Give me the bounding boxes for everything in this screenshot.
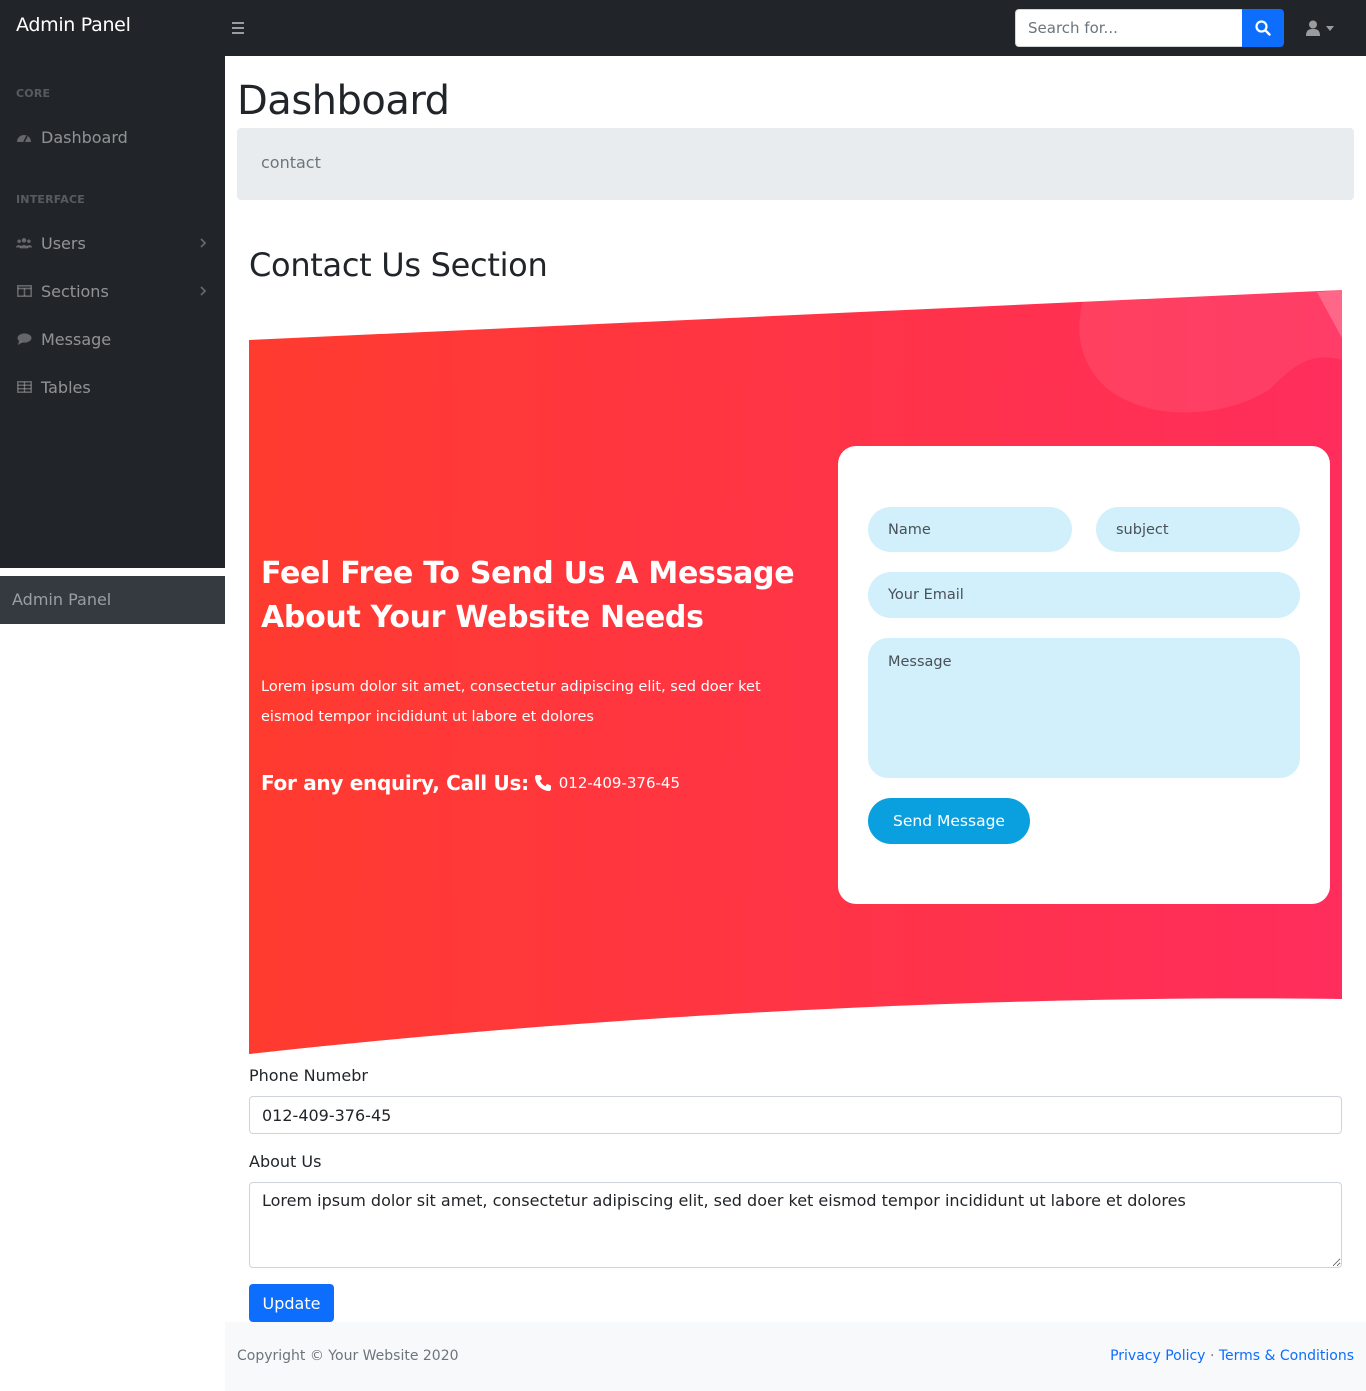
sidebar: CORE Dashboard INTERFACE Users Sections … — [0, 56, 225, 624]
subject-input[interactable] — [1096, 507, 1300, 552]
update-button[interactable]: Update — [249, 1284, 334, 1322]
message-textarea[interactable] — [868, 638, 1300, 778]
sidebar-item-label: Sections — [41, 281, 109, 301]
hero-phone-number: 012-409-376-45 — [558, 774, 680, 792]
send-message-button[interactable]: Send Message — [868, 798, 1030, 844]
footer-separator: · — [1209, 1348, 1215, 1364]
terms-conditions-link[interactable]: Terms & Conditions — [1219, 1348, 1354, 1364]
sidebar-item-label: Message — [41, 329, 112, 349]
chevron-down-icon — [1326, 25, 1334, 31]
dashboard-gauge-icon — [16, 130, 32, 144]
users-icon — [16, 236, 32, 250]
sidebar-item-sections[interactable]: Sections — [16, 277, 209, 305]
email-input[interactable] — [868, 572, 1300, 618]
sidebar-footer: Admin Panel — [0, 576, 225, 624]
top-navbar: Admin Panel — [0, 0, 1366, 56]
comment-icon — [16, 332, 32, 346]
navbar-brand[interactable]: Admin Panel — [16, 14, 131, 36]
hero-description: Lorem ipsum dolor sit amet, consectetur … — [261, 679, 761, 725]
sidebar-item-tables[interactable]: Tables — [16, 373, 209, 401]
sidebar-item-label: Tables — [41, 377, 91, 397]
page-title: Dashboard — [237, 78, 450, 124]
hero-call-line: For any enquiry, Call Us: 012-409-376-45 — [261, 771, 680, 795]
copyright-text: Copyright © Your Website 2020 — [237, 1348, 459, 1364]
chevron-right-icon — [200, 286, 207, 296]
hero-headline: Feel Free To Send Us A Message About You… — [261, 556, 795, 635]
phone-number-label: Phone Numebr — [249, 1066, 368, 1085]
sidebar-item-message[interactable]: Message — [16, 325, 209, 353]
sidebar-item-users[interactable]: Users — [16, 229, 209, 257]
sidebar-item-label: Dashboard — [41, 127, 128, 147]
chevron-right-icon — [200, 238, 207, 248]
phone-icon — [534, 775, 551, 791]
search-input[interactable] — [1015, 9, 1243, 47]
section-title: Contact Us Section — [249, 246, 548, 284]
about-us-label: About Us — [249, 1152, 322, 1171]
user-icon — [1306, 20, 1320, 36]
name-input[interactable] — [868, 507, 1072, 552]
table-icon — [16, 380, 32, 394]
contact-hero-banner: Feel Free To Send Us A Message About You… — [249, 290, 1342, 1055]
search-icon — [1255, 20, 1271, 36]
breadcrumb-item: contact — [261, 153, 321, 172]
phone-number-input[interactable] — [249, 1096, 1342, 1134]
about-us-textarea[interactable]: Lorem ipsum dolor sit amet, consectetur … — [249, 1182, 1342, 1268]
sidebar-item-dashboard[interactable]: Dashboard — [16, 123, 209, 151]
sidebar-toggle-menu-icon[interactable] — [232, 17, 248, 37]
sidebar-item-label: Users — [41, 233, 86, 253]
user-dropdown[interactable] — [1306, 16, 1346, 40]
call-label: For any enquiry, Call Us: — [261, 771, 529, 795]
sidebar-heading-interface: INTERFACE — [16, 193, 85, 206]
columns-icon — [16, 284, 32, 298]
page-footer: Copyright © Your Website 2020 Privacy Po… — [225, 1322, 1366, 1391]
breadcrumb: contact — [237, 128, 1354, 200]
contact-form-card: Send Message — [838, 446, 1330, 904]
privacy-policy-link[interactable]: Privacy Policy — [1110, 1348, 1205, 1364]
sidebar-heading-core: CORE — [16, 87, 51, 100]
footer-links: Privacy Policy · Terms & Conditions — [1110, 1348, 1354, 1364]
search-button[interactable] — [1242, 9, 1284, 47]
